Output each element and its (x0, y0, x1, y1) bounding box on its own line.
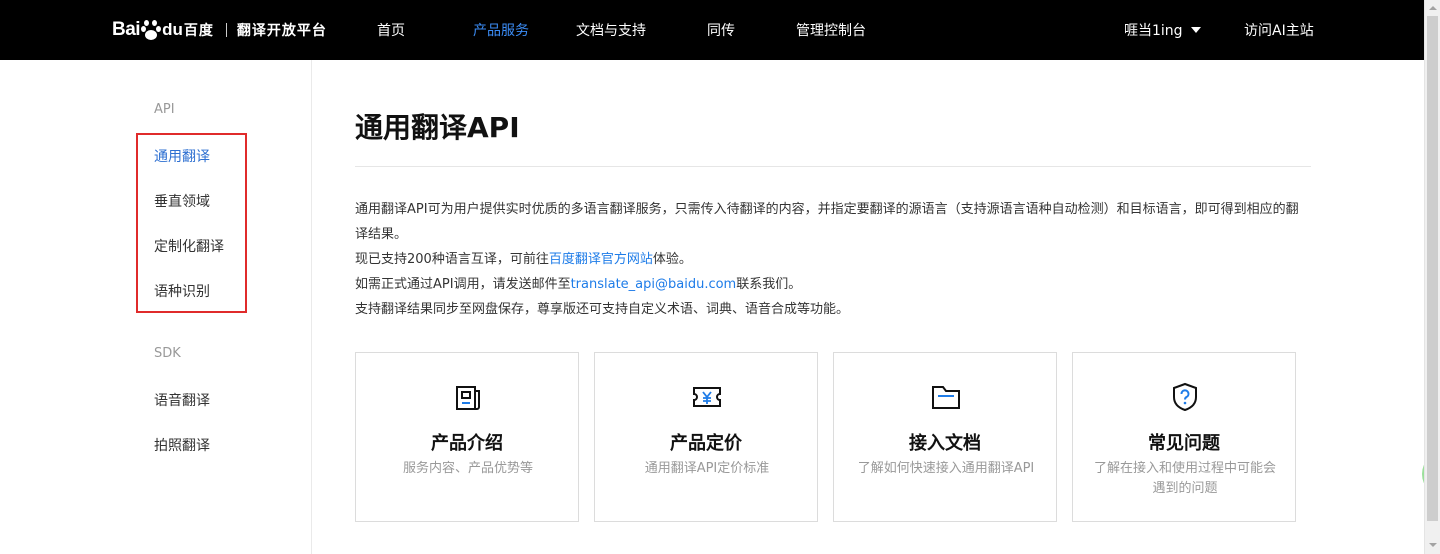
card-title: 产品定价 (670, 433, 742, 454)
top-navbar: Bai du 百度 翻译开放平台 首页 产品服务 文档与支持 同传 管理控制台 … (0, 0, 1424, 60)
card-desc: 了解如何快速接入通用翻译API (857, 461, 1035, 476)
sidebar-group-sdk: SDK (154, 346, 181, 361)
desc-line-1: 通用翻译API可为用户提供实时优质的多语言翻译服务，只需传入待翻译的内容，并指定… (355, 202, 1299, 242)
card-product-intro[interactable]: 产品介绍 服务内容、产品优势等 (355, 352, 579, 522)
sidebar-group-api: API (154, 102, 175, 117)
card-desc: 了解在接入和使用过程中可能会遇到的问题 (1093, 461, 1276, 496)
card-title: 接入文档 (909, 433, 981, 454)
desc-line-4: 支持翻译结果同步至网盘保存，尊享版还可支持自定义术语、词典、语音合成等功能。 (355, 302, 850, 317)
folder-icon (932, 386, 960, 409)
caret-down-icon (1190, 27, 1201, 33)
desc-line-3: 如需正式通过API调用，请发送邮件至translate_api@baidu.co… (355, 272, 1311, 297)
platform-name: 翻译开放平台 (236, 23, 327, 39)
pricing-icon (693, 387, 721, 407)
card-pricing[interactable]: 产品定价 通用翻译API定价标准 (594, 352, 818, 522)
desc-line-2: 现已支持200种语言互译，可前往百度翻译官方网站体验。 (355, 247, 1311, 272)
logo-text-bai: Bai (112, 19, 141, 40)
page-title: 通用翻译API (355, 111, 520, 144)
card-title: 产品介绍 (431, 433, 503, 454)
title-divider (355, 166, 1311, 167)
product-intro-icon (456, 386, 480, 410)
sidebar-item-speech-translation[interactable]: 语音翻译 (154, 390, 210, 410)
nav-products[interactable]: 产品服务 (473, 0, 529, 60)
nav-home[interactable]: 首页 (377, 0, 405, 60)
desc-text: 联系我们。 (736, 277, 802, 292)
highlight-box (136, 133, 247, 313)
card-title: 常见问题 (1148, 433, 1220, 454)
visit-ai-link[interactable]: 访问AI主站 (1244, 0, 1314, 60)
nav-simultaneous[interactable]: 同传 (707, 0, 735, 60)
scrollbar[interactable] (1424, 0, 1440, 554)
baidu-translate-link[interactable]: 百度翻译官方网站 (549, 252, 653, 267)
card-faq[interactable]: 常见问题 了解在接入和使用过程中可能会遇到的问题 (1072, 352, 1296, 522)
logo-text-du: du (162, 20, 183, 39)
username: 啀当1ing (1124, 23, 1183, 39)
description: 通用翻译API可为用户提供实时优质的多语言翻译服务，只需传入待翻译的内容，并指定… (355, 197, 1311, 322)
scroll-up-arrow-icon[interactable] (1429, 6, 1437, 10)
logo-divider (225, 23, 227, 37)
email-link[interactable]: translate_api@baidu.com (571, 277, 737, 292)
card-desc: 服务内容、产品优势等 (402, 461, 533, 476)
scroll-thumb[interactable] (1427, 16, 1438, 521)
desc-text: 体验。 (652, 252, 692, 267)
scroll-down-arrow-icon[interactable] (1429, 543, 1437, 547)
nav-console[interactable]: 管理控制台 (796, 0, 866, 60)
card-desc: 通用翻译API定价标准 (644, 461, 770, 476)
faq-icon (1173, 382, 1197, 412)
baidu-logo[interactable]: Bai du 百度 翻译开放平台 (112, 13, 327, 47)
card-access-docs[interactable]: 接入文档 了解如何快速接入通用翻译API (833, 352, 1057, 522)
user-menu[interactable]: 啀当1ing (1124, 0, 1201, 60)
desc-text: 现已支持200种语言互译，可前往 (355, 252, 549, 267)
sidebar-item-photo-translation[interactable]: 拍照翻译 (154, 435, 210, 455)
nav-docs[interactable]: 文档与支持 (576, 0, 646, 60)
logo-text-cn: 百度 (183, 23, 214, 39)
desc-text: 如需正式通过API调用，请发送邮件至 (355, 277, 571, 292)
paw-icon (141, 19, 162, 41)
